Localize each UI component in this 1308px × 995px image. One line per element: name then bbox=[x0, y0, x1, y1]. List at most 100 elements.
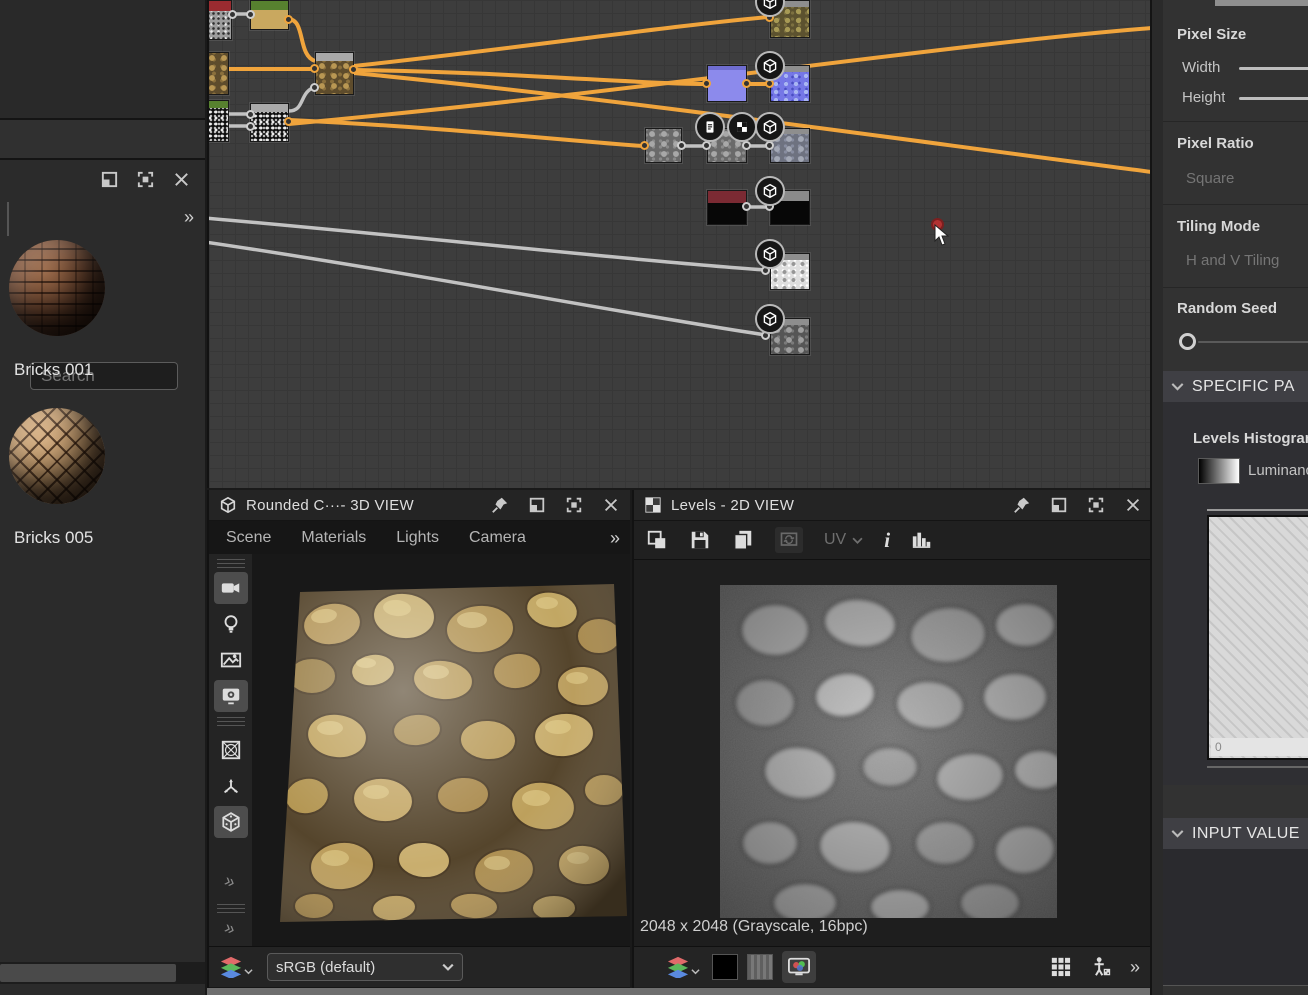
node-port[interactable] bbox=[742, 79, 751, 88]
toolbar-more-chevron-icon[interactable]: » bbox=[223, 871, 239, 891]
histogram-icon[interactable] bbox=[911, 529, 933, 551]
view2d-header[interactable]: Levels - 2D VIEW bbox=[634, 490, 1152, 521]
graph-node[interactable] bbox=[707, 65, 747, 102]
output-cube-badge-icon[interactable] bbox=[755, 304, 785, 334]
close-icon[interactable] bbox=[600, 494, 622, 516]
close-icon[interactable] bbox=[170, 168, 192, 190]
display-color-icon[interactable] bbox=[782, 951, 816, 983]
height-slider[interactable] bbox=[1239, 97, 1308, 100]
random-seed-slider-knob[interactable] bbox=[1179, 333, 1196, 350]
float-icon[interactable] bbox=[526, 494, 548, 516]
node-port[interactable] bbox=[677, 141, 686, 150]
light-bulb-icon[interactable] bbox=[214, 608, 248, 640]
close-icon[interactable] bbox=[1122, 494, 1144, 516]
pin-icon[interactable] bbox=[489, 494, 511, 516]
random-seed-slider-track[interactable] bbox=[1198, 341, 1308, 343]
layers-icon[interactable] bbox=[219, 956, 253, 978]
graph-node[interactable] bbox=[207, 0, 232, 40]
toolbar-grip[interactable] bbox=[217, 559, 245, 568]
pixel-ratio-value[interactable]: Square bbox=[1186, 170, 1234, 187]
output-cube-badge-icon[interactable] bbox=[755, 51, 785, 81]
uv-mode-control[interactable]: UV bbox=[824, 531, 863, 549]
layers-icon[interactable] bbox=[666, 956, 700, 978]
document-badge-icon[interactable] bbox=[695, 112, 725, 142]
graph-node[interactable] bbox=[207, 100, 229, 142]
output-cube-badge-icon[interactable] bbox=[755, 239, 785, 269]
new-view-icon[interactable] bbox=[646, 529, 668, 551]
tab-lights[interactable]: Lights bbox=[396, 529, 439, 547]
maximize-icon[interactable] bbox=[134, 168, 156, 190]
node-port[interactable] bbox=[765, 141, 774, 150]
info-icon[interactable]: i bbox=[884, 528, 890, 553]
node-port[interactable] bbox=[246, 10, 255, 19]
copy-icon[interactable] bbox=[732, 529, 754, 551]
graph-node[interactable] bbox=[707, 190, 747, 225]
bottom-more-chevron-icon[interactable]: » bbox=[1130, 958, 1140, 976]
histogram-channel-value[interactable]: Luminance bbox=[1248, 462, 1308, 479]
node-port[interactable] bbox=[742, 141, 751, 150]
view3d-viewport[interactable] bbox=[252, 554, 630, 946]
node-port[interactable] bbox=[640, 141, 649, 150]
output-cube-badge-icon[interactable] bbox=[755, 176, 785, 206]
node-graph-canvas[interactable] bbox=[207, 0, 1152, 488]
view2d-image[interactable] bbox=[720, 585, 1057, 918]
node-port[interactable] bbox=[228, 10, 237, 19]
background-black-swatch[interactable] bbox=[712, 954, 738, 980]
graph-node[interactable] bbox=[207, 52, 229, 95]
properties-scroll-gutter[interactable] bbox=[1152, 0, 1163, 995]
maximize-icon[interactable] bbox=[563, 494, 585, 516]
auto-refresh-icon[interactable] bbox=[775, 527, 803, 553]
background-gray-swatch[interactable] bbox=[747, 954, 773, 980]
camera-display-icon[interactable] bbox=[214, 572, 248, 604]
toolbar-grip[interactable] bbox=[217, 717, 245, 726]
node-port[interactable] bbox=[284, 117, 293, 126]
pin-icon[interactable] bbox=[1011, 494, 1033, 516]
axes-gizmo-icon[interactable] bbox=[214, 770, 248, 802]
cube-mesh-icon[interactable] bbox=[214, 806, 248, 838]
material-thumbnail-bricks-005[interactable] bbox=[9, 408, 105, 504]
scrollbar-thumb[interactable] bbox=[0, 964, 176, 982]
node-port[interactable] bbox=[742, 202, 751, 211]
node-port[interactable] bbox=[349, 65, 358, 74]
float-icon[interactable] bbox=[98, 168, 120, 190]
tab-materials[interactable]: Materials bbox=[301, 529, 366, 547]
tab-scene[interactable]: Scene bbox=[226, 529, 271, 547]
maximize-icon[interactable] bbox=[1085, 494, 1107, 516]
float-icon[interactable] bbox=[1048, 494, 1070, 516]
library-item[interactable]: Bricks 005 bbox=[9, 408, 105, 548]
gradient-swatch[interactable] bbox=[1198, 458, 1240, 484]
tabs-more-chevron-icon[interactable]: » bbox=[610, 529, 620, 547]
scrollbar-thumb[interactable] bbox=[1215, 0, 1308, 6]
grid-icon[interactable] bbox=[1050, 956, 1072, 978]
output-cube-badge-icon[interactable] bbox=[755, 112, 785, 142]
colorspace-select[interactable]: sRGB (default) bbox=[267, 953, 463, 981]
node-port[interactable] bbox=[702, 79, 711, 88]
environment-image-icon[interactable] bbox=[214, 644, 248, 676]
display-settings-icon[interactable] bbox=[214, 680, 248, 712]
width-slider[interactable] bbox=[1239, 67, 1308, 70]
node-port[interactable] bbox=[246, 110, 255, 119]
node-port[interactable] bbox=[310, 83, 319, 92]
node-port[interactable] bbox=[310, 64, 319, 73]
node-port[interactable] bbox=[284, 15, 293, 24]
specific-parameters-section-header[interactable]: SPECIFIC PA bbox=[1163, 371, 1308, 402]
library-horizontal-scrollbar[interactable] bbox=[0, 962, 205, 984]
node-port[interactable] bbox=[702, 141, 711, 150]
graph-node[interactable] bbox=[315, 52, 354, 95]
toolbar-grip[interactable] bbox=[217, 904, 245, 913]
library-item[interactable]: Bricks 001 bbox=[9, 240, 105, 380]
node-port[interactable] bbox=[246, 122, 255, 131]
toolbar-more-chevron-icon[interactable]: » bbox=[223, 918, 239, 938]
save-icon[interactable] bbox=[689, 529, 711, 551]
checker-badge-icon[interactable] bbox=[727, 112, 757, 142]
graph-node[interactable] bbox=[250, 0, 289, 30]
view3d-header[interactable]: Rounded C···- 3D VIEW bbox=[209, 490, 630, 521]
levels-histogram-widget[interactable]: 0 bbox=[1207, 515, 1308, 760]
material-thumbnail-bricks-001[interactable] bbox=[9, 240, 105, 336]
input-values-section-header[interactable]: INPUT VALUE bbox=[1163, 818, 1308, 849]
tab-camera[interactable]: Camera bbox=[469, 529, 526, 547]
search-more-chevron-icon[interactable]: » bbox=[184, 208, 194, 226]
geometry-icon[interactable] bbox=[214, 734, 248, 766]
mannequin-icon[interactable] bbox=[1090, 956, 1112, 978]
tiling-mode-value[interactable]: H and V Tiling bbox=[1186, 252, 1279, 269]
